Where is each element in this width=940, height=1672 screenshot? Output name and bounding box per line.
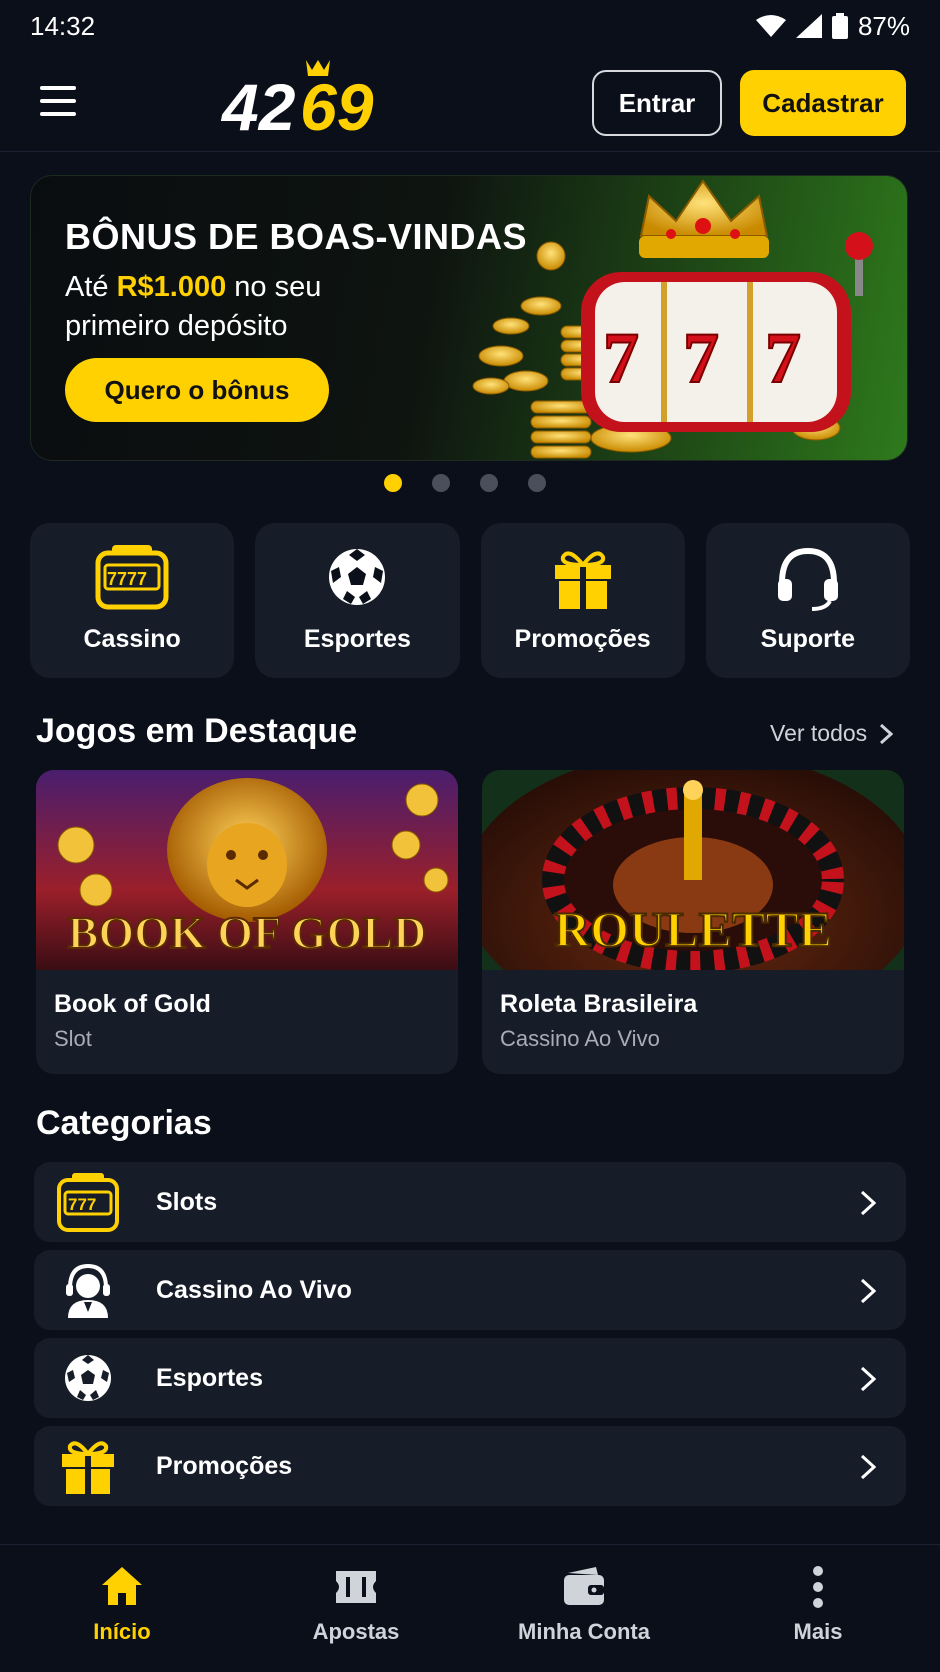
slot-machine-icon: 7777 [95,545,169,610]
banner-bonus-amount: R$1.000 [116,271,227,303]
nav-mais[interactable]: Mais [718,1563,918,1645]
category-label: Promoções [156,1451,293,1480]
category-list: 777 Slots Cassino Ao Vivo Esportes Promo… [34,1162,906,1514]
logo-text-white: 42 [220,70,296,144]
login-button[interactable]: Entrar [592,70,722,136]
see-all-link[interactable]: Ver todos [770,720,894,747]
tile-esportes[interactable]: Esportes [255,523,460,678]
svg-text:777: 777 [68,1195,96,1214]
game-name: Roleta Brasileira [500,990,698,1018]
chevron-right-icon [880,723,894,744]
tile-esportes-label: Esportes [303,625,411,653]
claim-bonus-button[interactable]: Quero o bônus [65,358,329,422]
tile-promocoes-label: Promoções [514,625,651,653]
carousel-dot-1[interactable] [384,474,402,492]
ticket-icon [336,1571,376,1603]
chevron-right-icon [860,1190,876,1216]
chevron-right-icon [860,1278,876,1304]
nav-inicio[interactable]: Início [22,1563,222,1645]
slot-reel-2: 7 [683,318,719,398]
slot-machine-icon: 777 [57,1173,119,1232]
category-label: Cassino Ao Vivo [156,1275,352,1304]
wallet-icon [564,1567,604,1605]
nav-apostas[interactable]: Apostas [256,1563,456,1645]
status-time: 14:32 [30,10,96,41]
tile-suporte-label: Suporte [760,625,856,653]
signal-icon [795,14,822,38]
nav-label: Minha Conta [518,1619,650,1644]
live-dealer-icon [66,1263,110,1318]
gift-icon [554,551,611,609]
banner-subtitle: Até R$1.000 no seu primeiro depósito [65,268,395,346]
nav-label: Mais [793,1619,843,1644]
category-item-slots[interactable]: 777 Slots [34,1162,906,1242]
home-icon [102,1567,142,1605]
battery-level: 87% [857,10,910,41]
nav-minha-conta[interactable]: Minha Conta [484,1563,684,1645]
tile-promocoes[interactable]: Promoções [480,523,685,678]
chevron-right-icon [860,1366,876,1392]
game-card-book-of-gold[interactable]: BOOK OF GOLD Book of Gold Slot [36,770,458,1074]
banner-subtitle-prefix: Até [65,271,117,303]
welcome-bonus-banner[interactable]: 7 7 7 BÔNUS DE BOAS-VINDAS Até R$1.000 n… [30,175,908,461]
nav-label: Apostas [312,1619,400,1644]
featured-games-title: Jogos em Destaque [36,712,358,750]
roulette-art-text: ROULETTE [554,901,832,957]
category-label: Esportes [156,1363,263,1392]
wifi-icon [755,15,786,37]
game-category: Slot [54,1026,92,1051]
banner-title: BÔNUS DE BOAS-VINDAS [65,216,528,257]
hamburger-menu-icon[interactable] [40,86,76,116]
nav-label: Início [93,1619,151,1644]
bottom-navigation: Início Apostas Minha Conta Mais [0,1544,940,1672]
soccer-ball-icon [329,549,386,605]
soccer-ball-icon [65,1355,111,1401]
carousel-dot-2[interactable] [432,474,450,492]
tile-cassino[interactable]: 7777 Cassino [30,523,235,678]
featured-games-row: BOOK OF GOLD Book of Gold Slot ROULETTE … [36,770,904,1074]
roulette-thumbnail: ROULETTE [482,770,904,1030]
slot-machine-illustration: 7 7 7 [472,179,873,459]
tile-suporte[interactable]: Suporte [705,523,910,678]
more-vertical-icon [813,1566,823,1608]
status-bar: 14:32 87% [0,0,940,52]
carousel-dot-4[interactable] [528,474,546,492]
book-of-gold-art-text: BOOK OF GOLD [68,907,427,958]
logo-text-yellow: 69 [300,70,374,144]
see-all-label: Ver todos [770,720,868,746]
category-item-cassino-ao-vivo[interactable]: Cassino Ao Vivo [34,1250,906,1330]
chevron-right-icon [860,1454,876,1480]
battery-icon [831,13,848,39]
game-name: Book of Gold [54,990,211,1018]
slot-reel-3: 7 [765,318,801,398]
game-category: Cassino Ao Vivo [500,1026,660,1051]
tile-cassino-label: Cassino [83,625,181,653]
carousel-indicators [384,474,546,492]
signup-button[interactable]: Cadastrar [740,70,906,136]
book-of-gold-thumbnail: BOOK OF GOLD [36,770,458,970]
app-header: 42 69 Entrar Cadastrar [0,52,940,152]
quick-access-tiles: 7777 Cassino Esportes Promoções Suporte [30,523,910,678]
status-icons: 87% [755,10,910,42]
category-label: Slots [156,1187,218,1216]
headset-icon [777,547,838,611]
slot-reel-1: 7 [603,318,639,398]
game-card-roleta-brasileira[interactable]: ROULETTE Roleta Brasileira Cassino Ao Vi… [482,770,904,1074]
category-item-promocoes[interactable]: Promoções [34,1426,906,1506]
categories-title: Categorias [36,1104,212,1142]
gift-icon [62,1441,114,1494]
category-item-esportes[interactable]: Esportes [34,1338,906,1418]
svg-text:7777: 7777 [107,569,147,589]
brand-logo[interactable]: 42 69 [220,52,420,152]
carousel-dot-3[interactable] [480,474,498,492]
